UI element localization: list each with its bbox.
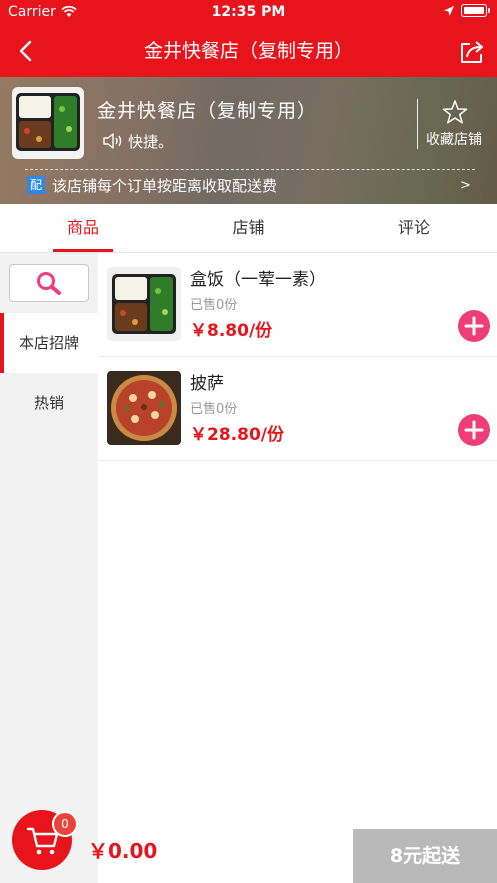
search-icon — [37, 272, 61, 295]
active-category-indicator — [0, 313, 4, 373]
category-label: 热销 — [33, 394, 64, 412]
store-logo — [12, 87, 84, 159]
product-image — [107, 267, 181, 341]
pizza-image — [107, 371, 181, 445]
category-signature[interactable]: 本店招牌 — [0, 313, 98, 373]
location-arrow-icon — [444, 5, 454, 16]
status-bar: Carrier 12:35 PM — [0, 0, 497, 24]
category-sidebar: 本店招牌 热销 — [0, 253, 98, 883]
clock: 12:35 PM — [211, 4, 286, 20]
delivery-fee-notice[interactable]: 该店铺每个订单按距离收取配送费 — [52, 175, 277, 196]
tab-store[interactable]: 店铺 — [166, 204, 331, 252]
cart-total: ￥0.00 — [88, 839, 158, 863]
list-item[interactable]: 披萨 已售0份 ￥28.80/份 — [99, 357, 497, 461]
list-item[interactable]: 盒饭（一荤一素） 已售0份 ￥8.80/份 — [99, 253, 497, 357]
tab-bar: 商品 店铺 评论 — [0, 204, 497, 253]
battery-icon — [461, 4, 490, 17]
product-image — [107, 371, 181, 445]
top-bar: Carrier 12:35 PM 金井快餐店（复制专用） — [0, 0, 497, 77]
checkout-button[interactable]: 8元起送 — [353, 829, 497, 883]
back-button[interactable] — [12, 36, 42, 66]
cart-count-badge: 0 — [52, 811, 78, 837]
delivery-badge: 配 — [27, 176, 45, 194]
favorite-store-button[interactable]: 收藏店铺 — [426, 129, 482, 149]
dashed-divider — [25, 169, 475, 170]
product-list: 盒饭（一荤一素） 已售0份 ￥8.80/份 披萨 已售0份 ￥28.80/份 — [99, 253, 497, 883]
store-slogan: 快捷。 — [128, 133, 174, 151]
add-to-cart-button[interactable] — [458, 310, 490, 342]
product-price: ￥8.80/份 — [190, 321, 273, 341]
category-label: 本店招牌 — [18, 334, 79, 352]
product-sold-count: 已售0份 — [190, 402, 238, 417]
store-header: 金井快餐店（复制专用） 快捷。 收藏店铺 配 该店铺每个订单按距离收取配送费 > — [0, 77, 497, 204]
divider — [417, 99, 418, 149]
add-to-cart-button[interactable] — [458, 414, 490, 446]
bento-box-image — [16, 93, 80, 151]
tab-goods[interactable]: 商品 — [0, 204, 166, 252]
page-title: 金井快餐店（复制专用） — [143, 40, 353, 62]
star-icon[interactable] — [442, 99, 468, 125]
active-tab-indicator — [53, 249, 113, 252]
search-button[interactable] — [9, 264, 89, 302]
category-hot-sale[interactable]: 热销 — [0, 373, 98, 433]
bento-box-image — [107, 267, 181, 341]
status-right — [443, 4, 490, 17]
share-icon[interactable] — [457, 37, 487, 67]
tab-reviews[interactable]: 评论 — [331, 204, 497, 252]
product-name: 披萨 — [190, 374, 224, 394]
product-name: 盒饭（一荤一素） — [190, 270, 326, 290]
product-price: ￥28.80/份 — [190, 425, 284, 445]
speaker-icon — [103, 133, 122, 149]
store-name: 金井快餐店（复制专用） — [97, 100, 318, 122]
chevron-right-icon[interactable]: > — [460, 178, 471, 193]
product-sold-count: 已售0份 — [190, 298, 238, 313]
